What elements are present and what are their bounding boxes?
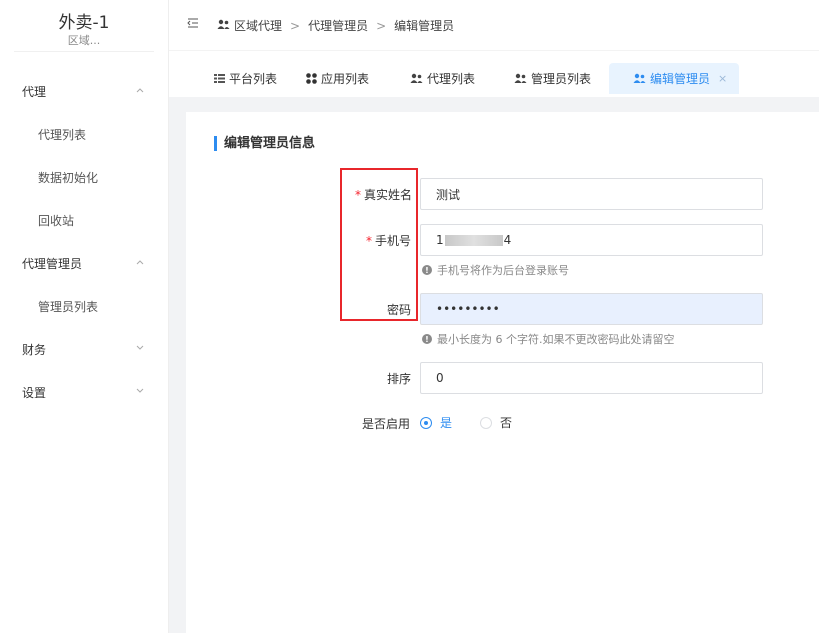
brand: 外卖-1 区域... xyxy=(0,0,168,48)
tab-label: 平台列表 xyxy=(229,72,278,86)
sidebar-group-agent[interactable]: 代理 xyxy=(0,70,169,113)
radio-checked-icon xyxy=(420,416,432,429)
tab-agent-list[interactable]: 代理列表 xyxy=(410,63,475,94)
users-icon xyxy=(217,19,230,33)
info-icon: ! xyxy=(422,334,432,344)
phone-hint-text: 手机号将作为后台登录账号 xyxy=(437,264,569,277)
sidebar-item-agent-list[interactable]: 代理列表 xyxy=(0,113,169,156)
enabled-no-label: 否 xyxy=(500,416,513,430)
tab-label: 管理员列表 xyxy=(531,72,592,86)
breadcrumb: 区域代理 > 代理管理员 > 编辑管理员 xyxy=(217,17,454,34)
users-icon xyxy=(410,73,423,84)
sidebar-group-finance[interactable]: 财务 xyxy=(0,328,169,371)
sort-value: 0 xyxy=(436,371,444,385)
phone-prefix: 1 xyxy=(436,233,444,247)
tab-edit-admin[interactable]: 编辑管理员 × xyxy=(609,63,740,94)
brand-divider xyxy=(14,51,154,52)
sort-label: 排序 xyxy=(387,372,412,386)
enabled-no-option[interactable]: 否 xyxy=(480,414,512,431)
close-icon[interactable]: × xyxy=(718,72,727,85)
enabled-radio-group: 是 否 xyxy=(420,414,512,431)
tab-label: 编辑管理员 xyxy=(650,72,711,86)
tab-platform-list[interactable]: 平台列表 xyxy=(214,63,277,94)
grid-list-icon xyxy=(214,74,225,83)
tab-bar: 平台列表 应用列表 代理列表 管理员列表 编辑管理员 × xyxy=(169,50,819,97)
info-icon: ! xyxy=(422,265,432,275)
sidebar-nav: 代理 代理列表 数据初始化 回收站 代理管理员 管理员列表 财务 设置 xyxy=(0,70,169,414)
real-name-value: 测试 xyxy=(436,187,461,202)
chevron-down-icon xyxy=(136,388,144,395)
section-title: 编辑管理员信息 xyxy=(214,136,315,151)
enabled-label: 是否启用 xyxy=(362,417,411,431)
tab-admin-list[interactable]: 管理员列表 xyxy=(514,63,591,94)
topbar: 区域代理 > 代理管理员 > 编辑管理员 xyxy=(169,0,819,50)
password-hint-text: 最小长度为 6 个字符.如果不更改密码此处请留空 xyxy=(437,333,675,346)
sort-input[interactable]: 0 xyxy=(420,362,763,394)
breadcrumb-item[interactable]: 区域代理 xyxy=(234,17,282,34)
radio-unchecked-icon xyxy=(480,416,493,429)
phone-suffix: 4 xyxy=(503,233,512,247)
sidebar: 外卖-1 区域... 代理 代理列表 数据初始化 回收站 代理管理员 管理员列表… xyxy=(0,0,169,633)
sidebar-group-label: 代理 xyxy=(22,85,47,99)
phone-hint: ! 手机号将作为后台登录账号 xyxy=(422,262,569,278)
enabled-yes-option[interactable]: 是 xyxy=(420,414,452,431)
breadcrumb-item: 编辑管理员 xyxy=(394,19,455,33)
sidebar-group-label: 财务 xyxy=(22,343,47,357)
sidebar-item-label: 代理列表 xyxy=(38,128,87,142)
sidebar-item-recycle-bin[interactable]: 回收站 xyxy=(0,199,169,242)
sidebar-item-label: 管理员列表 xyxy=(38,300,99,314)
collapse-menu-icon[interactable] xyxy=(187,17,199,29)
real-name-input[interactable]: 测试 xyxy=(420,178,763,210)
chevron-up-icon xyxy=(136,87,144,94)
password-hint: ! 最小长度为 6 个字符.如果不更改密码此处请留空 xyxy=(422,331,675,347)
brand-subtitle: 区域... xyxy=(67,34,101,47)
breadcrumb-separator: > xyxy=(376,18,387,33)
chevron-up-icon xyxy=(136,259,144,266)
tab-label: 应用列表 xyxy=(321,72,370,86)
redacted-blur xyxy=(444,234,503,246)
users-icon xyxy=(633,73,646,84)
sidebar-item-label: 回收站 xyxy=(38,214,75,228)
sidebar-item-label: 数据初始化 xyxy=(38,171,99,185)
password-value: ••••••••• xyxy=(436,302,500,316)
sidebar-group-agent-admin[interactable]: 代理管理员 xyxy=(0,242,169,285)
sidebar-item-data-init[interactable]: 数据初始化 xyxy=(0,156,169,199)
brand-title: 外卖-1 xyxy=(58,13,110,33)
sidebar-item-admin-list[interactable]: 管理员列表 xyxy=(0,285,169,328)
users-icon xyxy=(514,73,527,84)
enabled-yes-label: 是 xyxy=(440,416,453,430)
tab-label: 代理列表 xyxy=(427,72,476,86)
sidebar-group-label: 设置 xyxy=(22,386,47,400)
sidebar-group-settings[interactable]: 设置 xyxy=(0,371,169,414)
breadcrumb-item[interactable]: 代理管理员 xyxy=(308,17,368,34)
phone-input[interactable]: 14 xyxy=(420,224,763,256)
tab-app-list[interactable]: 应用列表 xyxy=(306,63,369,94)
apps-icon xyxy=(306,73,317,84)
chevron-down-icon xyxy=(136,345,144,352)
password-input[interactable]: ••••••••• xyxy=(420,293,763,325)
annotation-highlight-box xyxy=(340,168,418,321)
sidebar-group-label: 代理管理员 xyxy=(22,257,83,271)
breadcrumb-separator: > xyxy=(290,18,301,33)
